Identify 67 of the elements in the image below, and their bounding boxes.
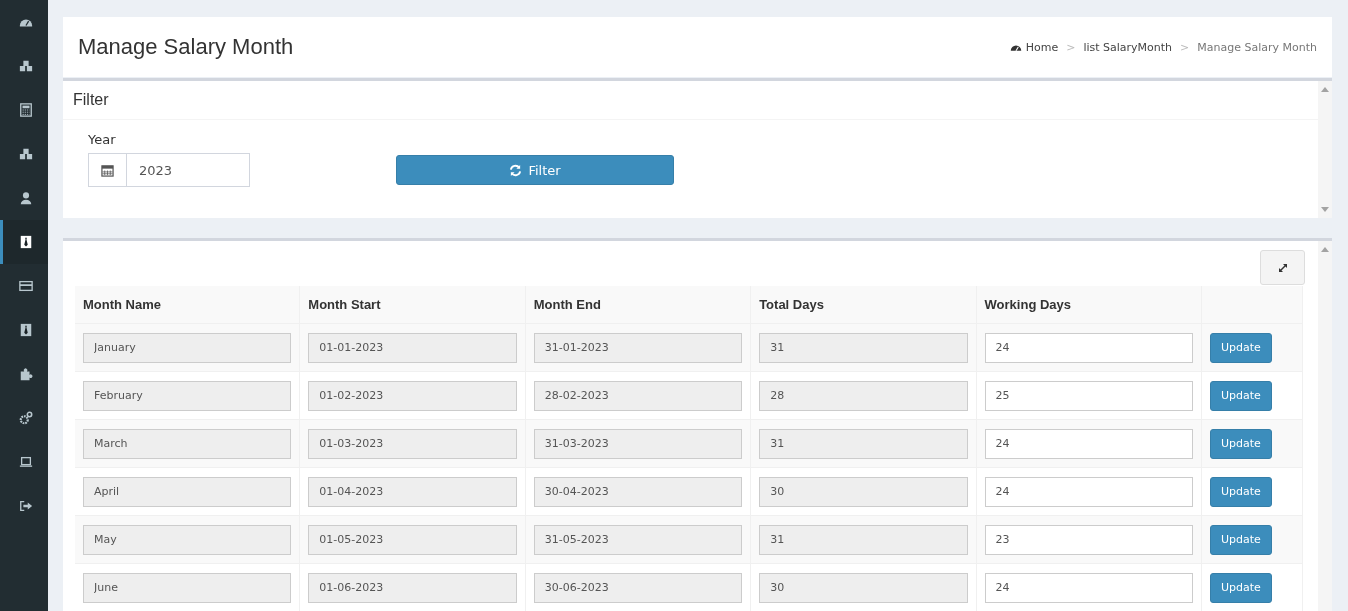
breadcrumb-current: Manage Salary Month	[1197, 40, 1317, 54]
column-header: Total Days	[750, 286, 977, 324]
field-label: Year	[88, 132, 117, 147]
calculator-icon	[18, 103, 33, 117]
working-days-input[interactable]: 24	[984, 428, 1193, 459]
year-input-field[interactable]: 2023	[127, 153, 250, 187]
user-icon	[18, 191, 33, 205]
total-days-field[interactable]: 31	[759, 524, 968, 555]
update-button[interactable]: Update	[1210, 332, 1272, 363]
month-name-field[interactable]: February	[83, 380, 292, 411]
gears-icon	[18, 411, 33, 425]
sidebar-item[interactable]	[0, 220, 48, 264]
calendar-icon	[101, 163, 114, 177]
column-header: Working Days	[976, 286, 1202, 324]
month-end-field[interactable]: 31-05-2023	[533, 524, 743, 555]
month-end-field[interactable]: 31-01-2023	[533, 332, 743, 363]
month-name-field[interactable]: May	[83, 524, 292, 555]
month-end-field[interactable]: 30-04-2023	[533, 476, 743, 507]
update-button[interactable]: Update	[1210, 524, 1272, 555]
month-name-field[interactable]: June	[83, 572, 292, 603]
tie-icon	[18, 235, 33, 249]
tie-icon	[18, 323, 33, 337]
column-header: Month End	[525, 286, 751, 324]
cubes-icon	[18, 147, 33, 161]
column-header: Month Name	[75, 286, 300, 324]
credit-card-icon	[18, 279, 33, 293]
sign-out-icon	[18, 499, 33, 513]
scrollbar[interactable]	[1318, 241, 1332, 611]
total-days-field[interactable]: 31	[759, 428, 968, 459]
working-days-input[interactable]: 25	[984, 380, 1193, 411]
month-start-field[interactable]: 01-03-2023	[308, 428, 517, 459]
month-start-field[interactable]: 01-05-2023	[308, 524, 517, 555]
working-days-input[interactable]: 24	[984, 332, 1193, 363]
total-days-field[interactable]: 31	[759, 332, 968, 363]
working-days-input[interactable]: 24	[984, 476, 1193, 507]
update-button[interactable]: Update	[1210, 476, 1272, 507]
column-header: Month Start	[299, 286, 526, 324]
month-end-field[interactable]: 31-03-2023	[533, 428, 743, 459]
laptop-icon	[18, 455, 33, 469]
breadcrumb-separator: >	[1066, 40, 1076, 54]
month-name-field[interactable]: April	[83, 476, 292, 507]
month-end-field[interactable]: 28-02-2023	[533, 380, 743, 411]
breadcrumb-link[interactable]: Home	[1009, 40, 1059, 54]
page-title: Manage Salary Month	[78, 34, 294, 60]
scrollbar[interactable]	[1318, 81, 1332, 218]
working-days-input[interactable]: 24	[984, 572, 1193, 603]
month-start-field[interactable]: 01-06-2023	[308, 572, 517, 603]
update-button[interactable]: Update	[1210, 428, 1272, 459]
month-name-field[interactable]: March	[83, 428, 292, 459]
cubes-icon	[18, 59, 33, 73]
refresh-icon	[509, 163, 523, 177]
month-start-field[interactable]: 01-01-2023	[308, 332, 517, 363]
total-days-field[interactable]: 30	[759, 476, 968, 507]
breadcrumb-link[interactable]: list SalaryMonth	[1083, 40, 1173, 54]
month-start-field[interactable]: 01-04-2023	[308, 476, 517, 507]
working-days-input[interactable]: 23	[984, 524, 1193, 555]
filter-button[interactable]: Filter	[396, 155, 674, 185]
total-days-field[interactable]: 30	[759, 572, 968, 603]
update-button[interactable]: Update	[1210, 380, 1272, 411]
puzzle-icon	[18, 367, 33, 381]
total-days-field[interactable]: 28	[759, 380, 968, 411]
expand-icon	[1276, 261, 1289, 274]
update-button[interactable]: Update	[1210, 572, 1272, 603]
month-start-field[interactable]: 01-02-2023	[308, 380, 517, 411]
month-name-field[interactable]: January	[83, 332, 292, 363]
month-end-field[interactable]: 30-06-2023	[533, 572, 743, 603]
breadcrumb-separator: >	[1180, 40, 1190, 54]
